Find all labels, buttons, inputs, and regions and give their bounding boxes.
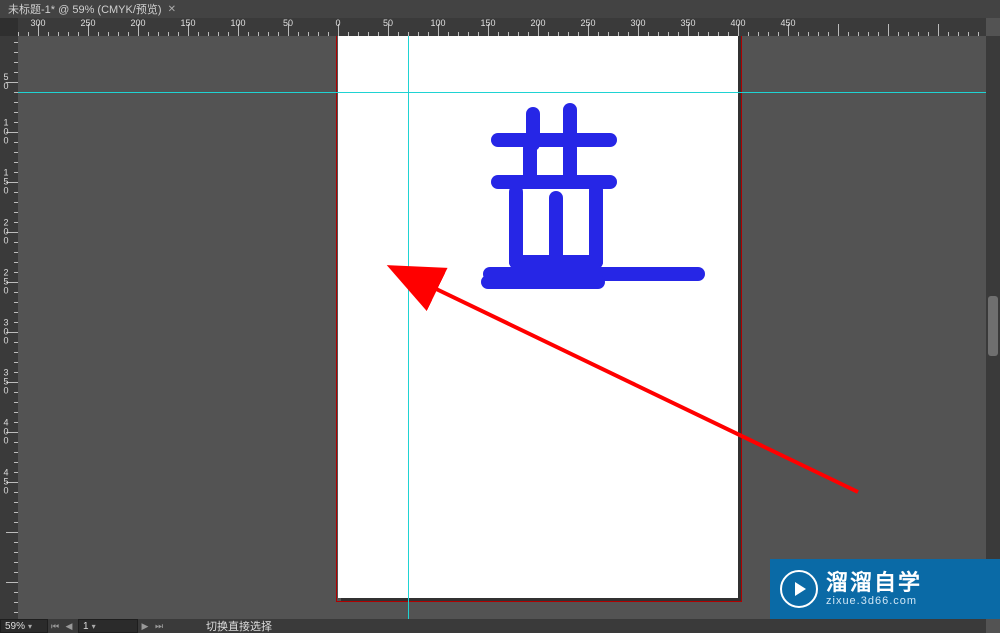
close-icon[interactable]: ✕ [168,4,176,15]
zoom-input[interactable]: 59% ▾ [0,619,48,633]
artboard-number-input[interactable]: 1 ▾ [78,619,138,633]
status-message: 切换直接选择 [206,618,272,633]
chevron-down-icon[interactable]: ▾ [92,622,96,631]
horizontal-ruler[interactable]: 3002502001501005005010015020025030035040… [18,18,986,37]
chevron-down-icon[interactable]: ▾ [28,622,32,631]
artboard-first-icon[interactable]: ⏮ [48,619,62,633]
document-tabbar: 未标题-1* @ 59% (CMYK/预览) ✕ [0,0,1000,18]
artboard-last-icon[interactable]: ⏭ [152,619,166,633]
artboard-current: 1 [83,621,89,632]
status-bar: 59% ▾ ⏮ ◀ 1 ▾ ▶ ⏭ 切换直接选择 [0,619,986,633]
brush-artwork [338,36,738,598]
zoom-value: 59% [5,621,25,632]
canvas-stage[interactable] [18,36,986,619]
app-window: 未标题-1* @ 59% (CMYK/预览) ✕ 300250200150100… [0,0,1000,633]
play-icon [780,570,818,608]
watermark-banner: 溜溜自学 zixue.3d66.com [770,559,1000,619]
ruler-origin-corner[interactable] [0,18,19,37]
vertical-ruler[interactable]: 50100150200250300350400450 [0,36,19,619]
artboard-next-icon[interactable]: ▶ [138,619,152,633]
watermark-url: zixue.3d66.com [826,595,922,607]
document-tab-title: 未标题-1* @ 59% (CMYK/预览) [8,1,162,17]
vertical-scrollbar[interactable] [986,36,1000,619]
artboard-prev-icon[interactable]: ◀ [62,619,76,633]
artboard[interactable] [338,36,738,598]
document-tab[interactable]: 未标题-1* @ 59% (CMYK/预览) ✕ [0,0,184,18]
watermark-title: 溜溜自学 [826,571,922,595]
vertical-scroll-thumb[interactable] [988,296,998,356]
